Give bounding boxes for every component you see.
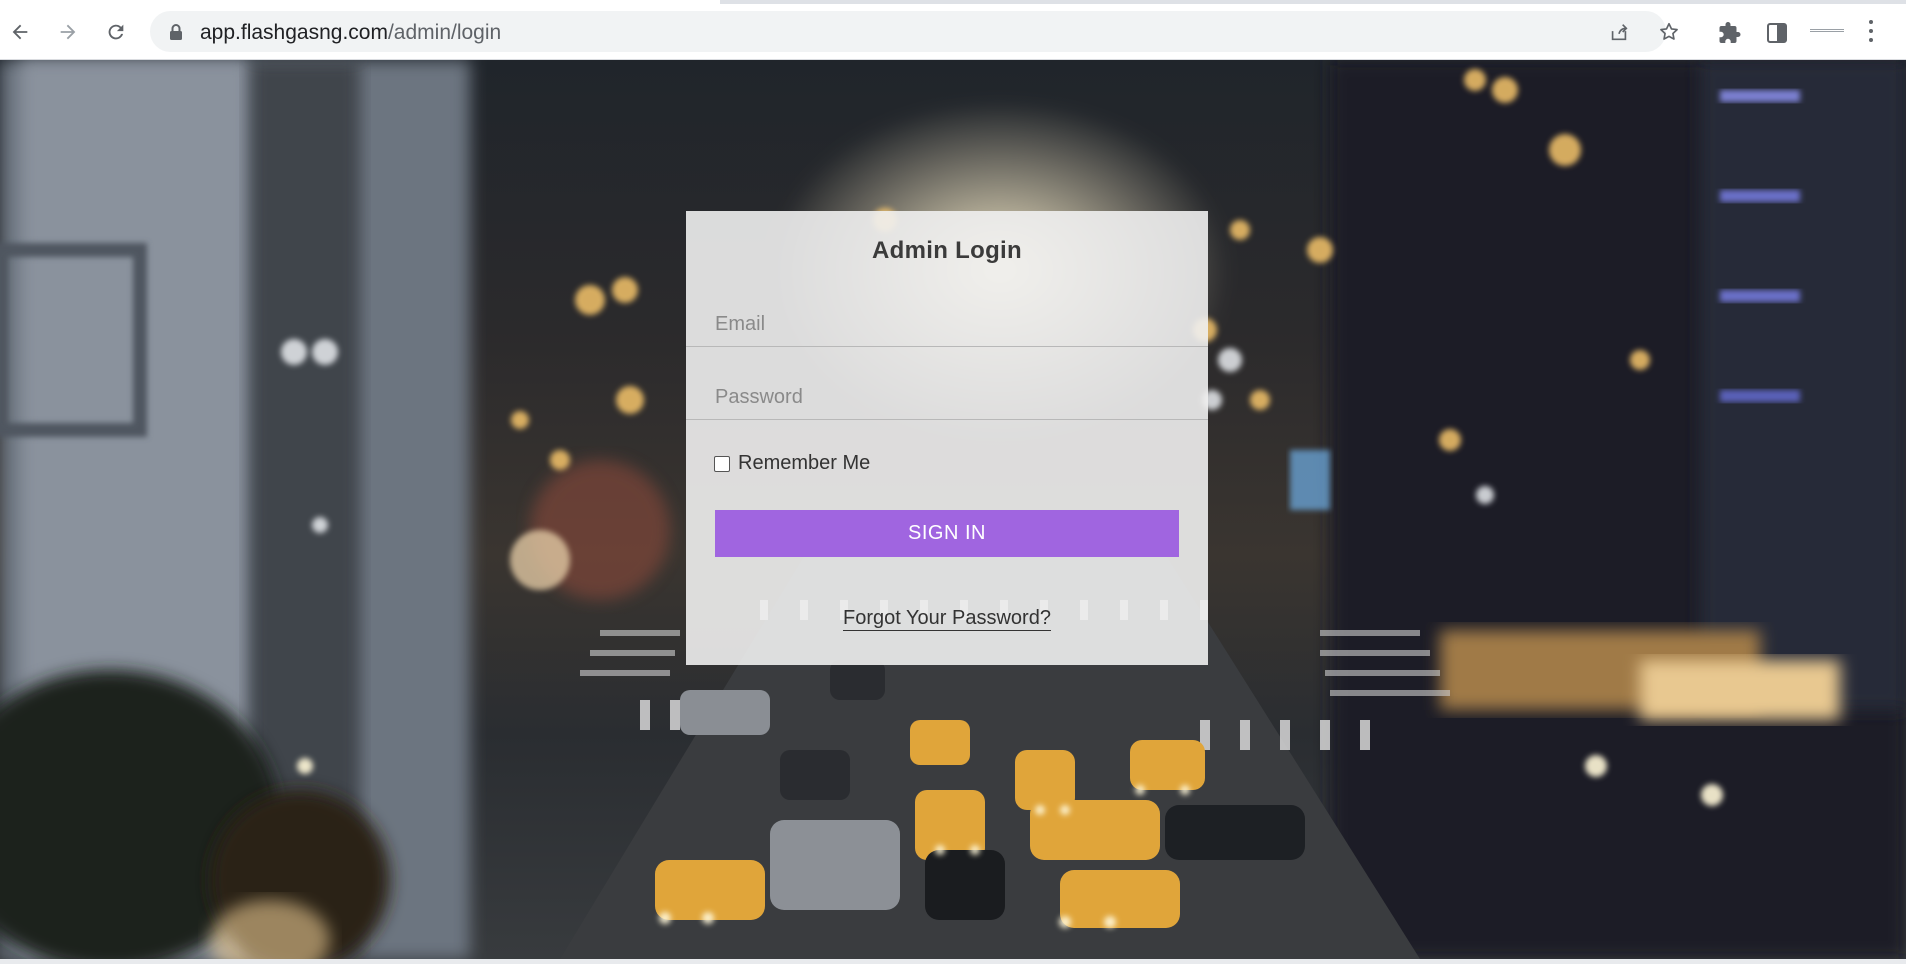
back-button[interactable] (4, 16, 36, 48)
lock-icon[interactable] (168, 23, 184, 41)
side-panel-icon[interactable] (1765, 21, 1789, 45)
address-bar[interactable]: app.flashgasng.com/admin/login (150, 11, 1678, 52)
page-title: Admin Login (872, 237, 1022, 264)
browser-toolbar: app.flashgasng.com/admin/login (0, 4, 1906, 60)
page-viewport: Admin Login Remember Me SIGN IN Forgot Y… (0, 60, 1906, 959)
forward-arrow-icon (60, 24, 76, 40)
bookmark-star-icon[interactable] (1658, 21, 1680, 43)
remember-me-label[interactable]: Remember Me (738, 452, 870, 475)
login-card: Admin Login Remember Me SIGN IN Forgot Y… (686, 211, 1208, 665)
remember-me-checkbox[interactable] (714, 455, 730, 472)
url-host: app.flashgasng.com (200, 21, 388, 44)
forgot-password-row: Forgot Your Password? (686, 607, 1208, 631)
remember-me-row: Remember Me (714, 452, 870, 475)
share-icon[interactable] (1608, 21, 1630, 43)
url-path: /admin/login (387, 21, 502, 44)
kebab-menu-icon[interactable] (1865, 20, 1877, 46)
forward-button[interactable] (52, 16, 84, 48)
reload-icon (108, 24, 124, 40)
password-field[interactable] (686, 376, 1208, 420)
sign-in-button[interactable]: SIGN IN (715, 510, 1179, 557)
reload-button[interactable] (100, 16, 132, 48)
forgot-password-link[interactable]: Forgot Your Password? (843, 607, 1051, 631)
window-bottom-edge (0, 959, 1906, 964)
extensions-icon[interactable] (1718, 21, 1742, 45)
profile-icon[interactable] (1810, 29, 1844, 35)
url-text[interactable]: app.flashgasng.com/admin/login (200, 21, 501, 45)
email-field[interactable] (686, 303, 1208, 347)
back-arrow-icon (12, 24, 28, 40)
